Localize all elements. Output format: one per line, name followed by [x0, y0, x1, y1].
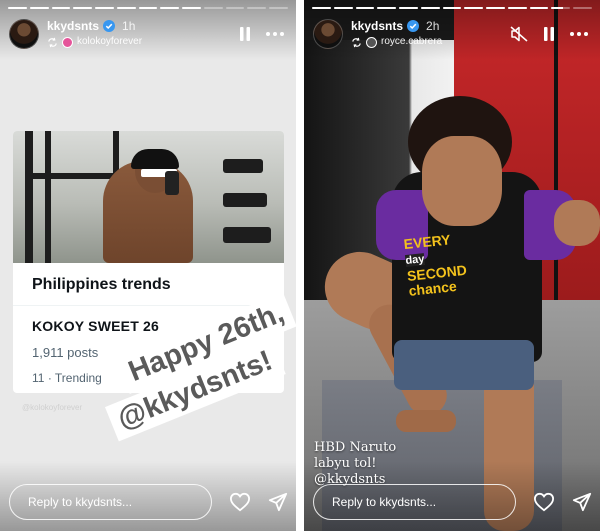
repost-icon [48, 37, 57, 47]
heart-icon[interactable] [533, 491, 555, 513]
trend-name[interactable]: KOKOY SWEET 26 [32, 318, 159, 334]
verified-badge-icon [103, 20, 116, 32]
progress-segment [116, 7, 136, 9]
reply-input[interactable] [313, 484, 516, 520]
trend-rank-number: 11 [32, 371, 45, 385]
caption-line-2: labyu tol! [314, 456, 377, 471]
progress-segment [529, 7, 549, 9]
verified-badge-icon [407, 20, 420, 32]
reposted-from-avatar [366, 36, 377, 48]
watermark: @kolokoyforever [22, 403, 83, 412]
card-photo [13, 131, 284, 263]
repost-icon [352, 37, 361, 47]
pause-icon[interactable] [540, 25, 558, 43]
foot-with-sandal [396, 410, 456, 432]
progress-segment [355, 7, 375, 9]
send-icon[interactable] [572, 491, 592, 513]
card-divider [13, 305, 284, 306]
story-footer [9, 484, 288, 520]
story-header: kkydsnts 1h kolokoyforever [9, 16, 284, 52]
username[interactable]: kkydsnts [47, 19, 99, 33]
progress-segment [573, 7, 592, 9]
story-separator [296, 0, 304, 531]
story-meta: kkydsnts 1h kolokoyforever [47, 19, 224, 49]
progress-segment [269, 7, 288, 9]
caption-line-1: HBD Naruto [314, 440, 397, 455]
card-title: Philippines trends [32, 276, 171, 293]
story-footer [313, 484, 592, 520]
progress-bar [8, 7, 288, 9]
progress-segment [312, 7, 331, 9]
reposted-from-username[interactable]: royce.cabrera [381, 35, 442, 49]
avatar[interactable] [9, 19, 39, 49]
heart-icon[interactable] [229, 491, 251, 513]
send-icon[interactable] [268, 491, 288, 513]
progress-segment [464, 7, 484, 9]
trend-post-count: 1,911 posts [32, 345, 99, 360]
right-arm [554, 200, 600, 246]
progress-segment [399, 7, 418, 9]
avatar[interactable] [313, 19, 343, 49]
more-icon[interactable] [266, 25, 284, 43]
progress-segment [8, 7, 27, 9]
progress-segment [51, 7, 71, 9]
progress-segment [73, 7, 93, 9]
story-header: kkydsnts 2h royce.cabrera [313, 16, 588, 52]
more-icon[interactable] [570, 25, 588, 43]
progress-segment [95, 7, 114, 9]
progress-bar [312, 7, 592, 9]
reposted-from-avatar [62, 36, 73, 48]
story-meta: kkydsnts 2h royce.cabrera [351, 19, 498, 49]
denim-shorts [394, 340, 534, 390]
pause-icon[interactable] [236, 25, 254, 43]
progress-segment [551, 7, 571, 9]
progress-segment [138, 7, 158, 9]
progress-segment [203, 7, 223, 9]
progress-segment [225, 7, 245, 9]
story-right[interactable]: EVERY day SECOND chance kkydsnts 2h royc… [304, 0, 600, 531]
username[interactable]: kkydsnts [351, 19, 403, 33]
mute-icon[interactable] [510, 25, 528, 43]
shirt-print-line-2: day [404, 253, 426, 268]
phone [165, 171, 179, 195]
shirt-print: EVERY day SECOND chance [403, 227, 505, 299]
progress-segment [333, 7, 353, 9]
story-caption: HBD Naruto labyu tol! @kkydsnts [314, 440, 396, 488]
reposted-from-username[interactable]: kolokoyforever [77, 35, 142, 49]
story-time: 2h [426, 19, 440, 33]
progress-segment [160, 7, 180, 9]
progress-segment [442, 7, 462, 9]
progress-segment [182, 7, 201, 9]
progress-segment [247, 7, 267, 9]
progress-segment [507, 7, 527, 9]
progress-segment [486, 7, 505, 9]
progress-segment [29, 7, 49, 9]
reply-input[interactable] [9, 484, 212, 520]
story-time: 1h [122, 19, 136, 33]
story-left[interactable]: kkydsnts 1h kolokoyforever Philippines t… [0, 0, 296, 531]
cap [131, 149, 179, 169]
progress-segment [377, 7, 397, 9]
progress-segment [420, 7, 440, 9]
